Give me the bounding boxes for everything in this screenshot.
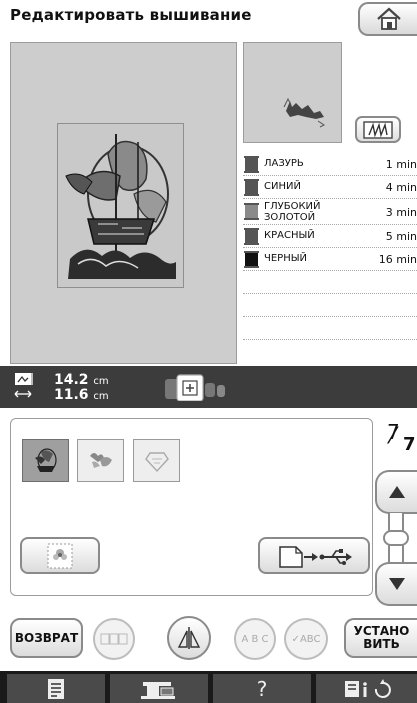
- width-unit: cm: [93, 391, 109, 402]
- usb-save-icon: [279, 545, 352, 568]
- design-outline-button[interactable]: [133, 439, 180, 482]
- settings-button[interactable]: [316, 674, 417, 703]
- ship-thumbnail-icon: [34, 447, 57, 472]
- list-item[interactable]: ГЛУБОКИЙ ЗОЛОТОЙ 3 min: [243, 199, 417, 225]
- save-to-usb-button[interactable]: [258, 537, 370, 574]
- thread-spool-icon: [244, 203, 259, 220]
- back-button[interactable]: ВОЗВРАТ: [10, 618, 83, 658]
- height-unit: cm: [93, 376, 109, 387]
- outline-thumbnail-icon: [144, 451, 169, 472]
- page-indicator: 7 ⁄ 7: [381, 420, 417, 460]
- text-check-label: ABC: [299, 633, 321, 645]
- scroll-down-button[interactable]: [375, 562, 417, 606]
- check-icon: ✓: [291, 633, 300, 645]
- stitch-progress-image: [283, 97, 325, 128]
- list-item[interactable]: КРАСНЫЙ 5 min: [243, 225, 417, 248]
- sewing-machine-icon: [141, 681, 175, 699]
- home-icon: [376, 7, 401, 30]
- empty-list-row: [243, 317, 417, 340]
- text-arc-label: A B C: [241, 633, 269, 645]
- list-item[interactable]: ЛАЗУРЬ 1 min: [243, 153, 417, 176]
- action-bar: ВОЗВРАТ A B C ✓ ABC УСТАНО ВИТЬ: [0, 606, 417, 670]
- empty-list-row: [243, 271, 417, 294]
- embroidery-machine-button[interactable]: [110, 674, 208, 703]
- border-repeat-button[interactable]: [93, 618, 135, 660]
- size-icon: [14, 373, 33, 398]
- page-view-button[interactable]: [7, 674, 105, 703]
- scroll-up-button[interactable]: [375, 470, 417, 514]
- help-button[interactable]: ?: [213, 674, 311, 703]
- embroidery-frame: [57, 123, 184, 288]
- arrow-down-icon: [389, 578, 405, 590]
- set-button[interactable]: УСТАНО ВИТЬ: [344, 618, 417, 658]
- design-width: 11.6 cm: [54, 387, 109, 403]
- back-button-label: ВОЗВРАТ: [14, 630, 79, 645]
- set-button-label: УСТАНО ВИТЬ: [354, 625, 410, 651]
- color-name-line2: ЗОЛОТОЙ: [264, 212, 316, 223]
- color-name: КРАСНЫЙ: [264, 230, 315, 241]
- list-item[interactable]: СИНИЙ 4 min: [243, 176, 417, 199]
- help-icon: ?: [256, 676, 268, 701]
- design-thumbnail: [243, 42, 342, 143]
- scrollbar-thumb[interactable]: [383, 530, 409, 546]
- bottom-toolbar: ?: [0, 671, 417, 703]
- single-design-button[interactable]: [20, 537, 100, 574]
- arrow-up-icon: [389, 486, 405, 498]
- embroidery-frame-icon: [165, 374, 225, 401]
- design-waves-button[interactable]: [77, 439, 124, 482]
- set-label-line2: ВИТЬ: [363, 637, 400, 651]
- empty-list-row: [243, 294, 417, 317]
- thread-spool-icon: [244, 251, 259, 268]
- page-separator: ⁄: [391, 424, 395, 449]
- border-repeat-icon: [100, 633, 128, 645]
- color-name: СИНИЙ: [264, 181, 301, 192]
- design-ship-button[interactable]: [22, 439, 69, 482]
- set-label-line1: УСТАНО: [353, 624, 410, 638]
- color-time: 4 min: [385, 181, 417, 194]
- info-bar: 14.2 cm 11.6 cm: [0, 366, 417, 408]
- design-height: 14.2 cm: [54, 372, 109, 388]
- list-item[interactable]: ЧЕРНЫЙ 16 min: [243, 248, 417, 271]
- document-icon: [48, 678, 64, 699]
- design-edit-panel: [10, 418, 373, 596]
- settings-info-icon: [344, 678, 391, 698]
- color-name: ЧЕРНЫЙ: [264, 253, 308, 264]
- home-button[interactable]: [358, 2, 417, 36]
- page-title: Редактировать вышивание: [10, 6, 252, 24]
- color-time: 16 min: [378, 253, 417, 266]
- waves-thumbnail-icon: [89, 452, 112, 468]
- color-time: 5 min: [385, 230, 417, 243]
- mirror-icon: [177, 627, 201, 649]
- thread-spool-icon: [244, 156, 259, 173]
- flower-design-icon: [47, 543, 73, 568]
- color-time: 1 min: [385, 158, 417, 171]
- ship-design-image: [65, 134, 176, 279]
- mirror-button[interactable]: [167, 616, 211, 660]
- text-check-button[interactable]: ✓ ABC: [284, 618, 328, 660]
- embroidery-preview[interactable]: [10, 42, 237, 364]
- thread-color-list[interactable]: ЛАЗУРЬ 1 min СИНИЙ 4 min ГЛУБОКИЙ ЗОЛОТО…: [243, 153, 417, 340]
- height-value: 14.2: [54, 372, 89, 388]
- text-arc-button[interactable]: A B C: [234, 618, 276, 660]
- thread-spool-icon: [244, 179, 259, 196]
- stitch-icon: [363, 120, 393, 139]
- width-value: 11.6: [54, 387, 89, 403]
- color-time: 3 min: [385, 206, 417, 219]
- color-name-line1: ГЛУБОКИЙ: [264, 201, 321, 212]
- stitch-view-button[interactable]: [355, 116, 401, 143]
- color-name: ГЛУБОКИЙ ЗОЛОТОЙ: [264, 201, 321, 223]
- page-total: 7: [403, 434, 416, 455]
- color-name: ЛАЗУРЬ: [264, 158, 304, 169]
- thread-spool-icon: [244, 228, 259, 245]
